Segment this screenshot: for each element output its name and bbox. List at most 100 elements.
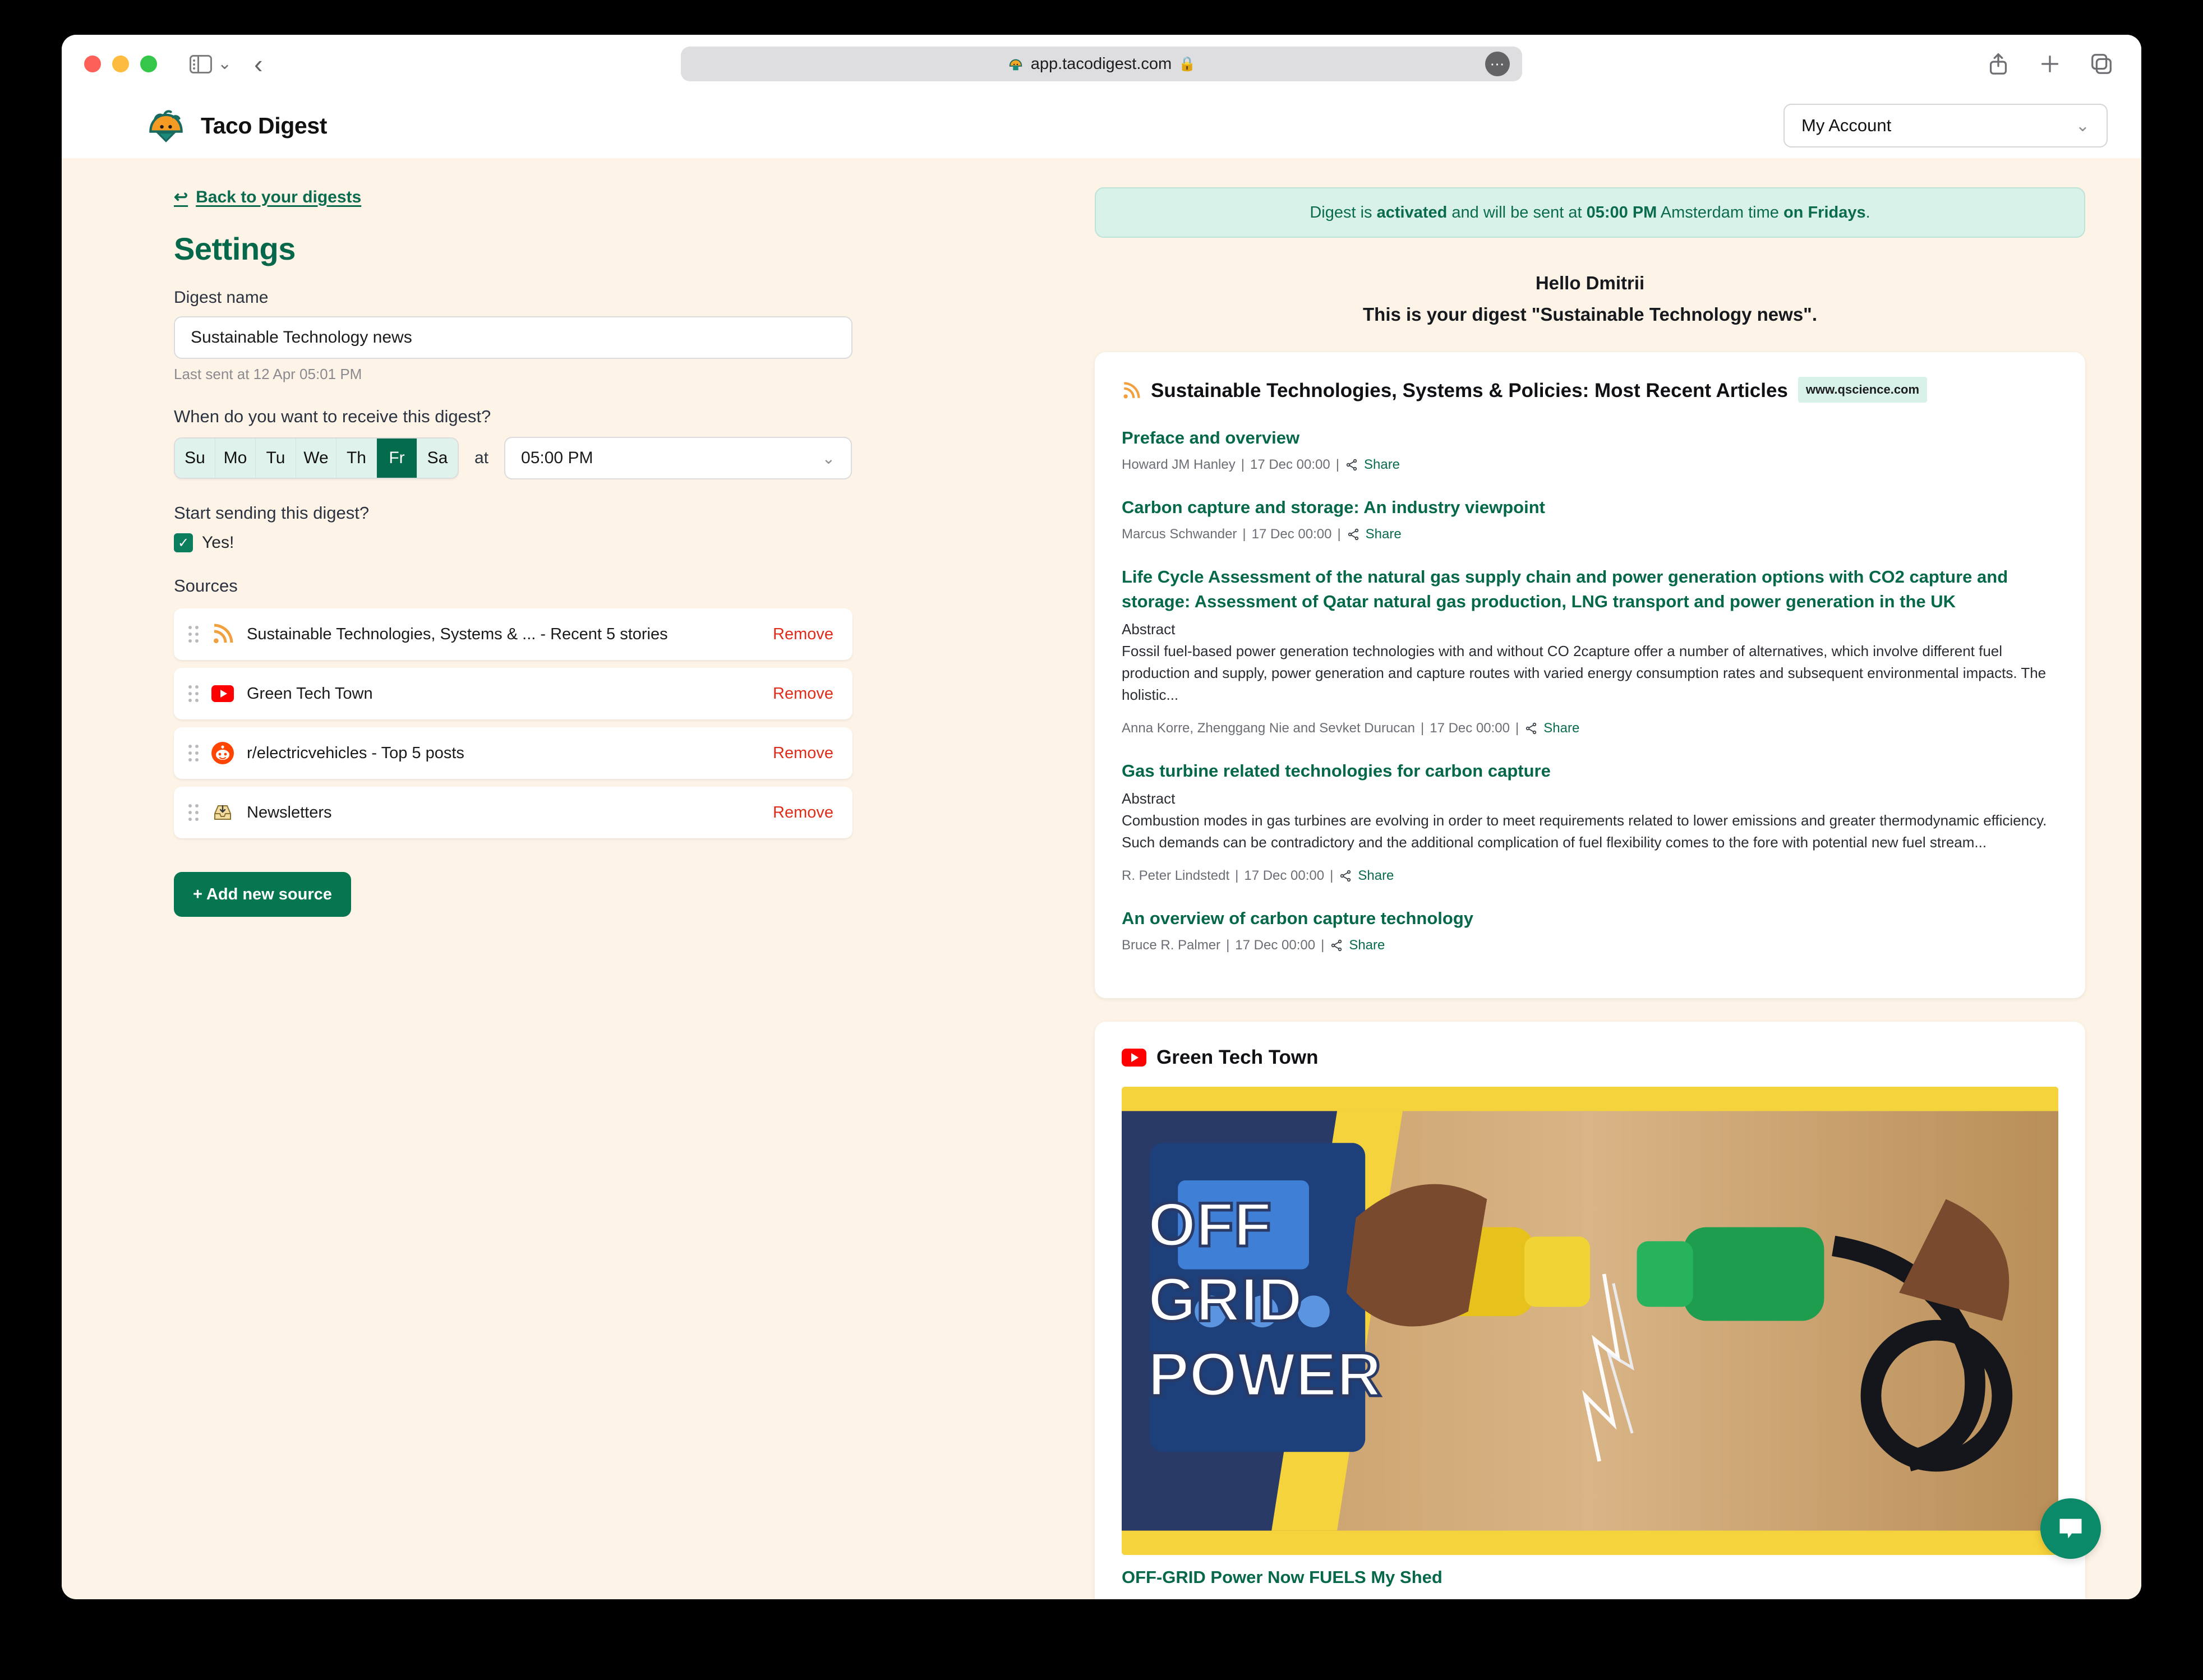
video-title[interactable]: OFF-GRID Power Now FUELS My Shed <box>1122 1567 2058 1587</box>
article-item: Life Cycle Assessment of the natural gas… <box>1122 565 2058 736</box>
remove-source-button[interactable]: Remove <box>773 685 833 703</box>
time-dropdown[interactable]: 05:00 PM ⌄ <box>504 437 852 479</box>
back-chevron-icon[interactable]: ‹ <box>254 51 262 77</box>
article-byline: Bruce R. Palmer <box>1122 937 1221 953</box>
article-title[interactable]: Gas turbine related technologies for car… <box>1122 759 2058 783</box>
maximize-window-button[interactable] <box>140 56 157 72</box>
source-row[interactable]: r/electricvehicles - Top 5 posts Remove <box>174 727 852 779</box>
share-link[interactable]: Share <box>1339 868 1394 884</box>
drag-handle-icon[interactable] <box>188 804 199 821</box>
tabs-icon[interactable] <box>2089 51 2114 77</box>
chevron-down-icon[interactable]: ⌄ <box>218 56 232 72</box>
youtube-card: Green Tech Town OFF GRID POWER OFF-GRID … <box>1095 1021 2085 1599</box>
brand[interactable]: Taco Digest <box>147 107 327 145</box>
sources-label: Sources <box>174 576 238 596</box>
remove-source-button[interactable]: Remove <box>773 625 833 644</box>
video-thumbnail[interactable]: OFF GRID POWER <box>1122 1086 2058 1555</box>
address-bar[interactable]: app.tacodigest.com 🔒 ⋯ <box>681 47 1522 81</box>
source-row[interactable]: Newsletters Remove <box>174 787 852 838</box>
source-row[interactable]: Sustainable Technologies, Systems & ... … <box>174 608 852 660</box>
digest-name-value: Sustainable Technology news <box>191 328 412 347</box>
share-icon <box>1348 528 1358 540</box>
article-title[interactable]: Preface and overview <box>1122 426 2058 450</box>
meta-separator: | <box>1330 867 1334 883</box>
article-date: 17 Dec 00:00 <box>1244 867 1325 883</box>
youtube-icon <box>211 682 234 705</box>
meta-separator: | <box>1321 937 1325 953</box>
article-meta: Anna Korre, Zhenggang Nie and Sevket Dur… <box>1122 721 2058 736</box>
feed-domain-badge: www.qscience.com <box>1798 377 1928 403</box>
share-label: Share <box>1365 526 1402 542</box>
address-bar-text: app.tacodigest.com <box>1030 54 1172 73</box>
thumb-text-line-2: GRID <box>1148 1265 1303 1334</box>
video-description: Watch as Robert adds off-grid power to h… <box>1122 1594 2058 1599</box>
article-item: Carbon capture and storage: An industry … <box>1122 495 2058 542</box>
share-link[interactable]: Share <box>1345 457 1400 473</box>
feed-card: Sustainable Technologies, Systems & Poli… <box>1095 352 2085 998</box>
remove-source-button[interactable]: Remove <box>773 804 833 822</box>
meta-separator: | <box>1421 720 1425 736</box>
share-link[interactable]: Share <box>1330 938 1385 953</box>
share-icon <box>1331 939 1342 952</box>
browser-toolbar: ⌄ ‹ app.tacodigest.com 🔒 ⋯ <box>62 35 2141 93</box>
abstract-label: Abstract <box>1122 790 1176 807</box>
day-picker[interactable]: Su Mo Tu We Th Fr Sa <box>174 437 459 479</box>
youtube-icon <box>1122 1048 1146 1067</box>
drag-handle-icon[interactable] <box>188 745 199 761</box>
share-icon <box>1346 459 1357 470</box>
add-new-source-button[interactable]: + Add new source <box>174 872 351 917</box>
article-item: An overview of carbon capture technology… <box>1122 906 2058 953</box>
more-icon[interactable]: ⋯ <box>1485 52 1510 76</box>
close-window-button[interactable] <box>84 56 101 72</box>
meta-separator: | <box>1226 937 1230 953</box>
day-option-mo[interactable]: Mo <box>215 439 256 478</box>
drag-handle-icon[interactable] <box>188 685 199 702</box>
article-byline: Howard JM Hanley <box>1122 456 1236 472</box>
app-body: ↩ Back to your digests Settings Digest n… <box>62 158 2141 1599</box>
day-option-sa[interactable]: Sa <box>417 439 458 478</box>
day-option-we[interactable]: We <box>296 439 337 478</box>
start-sending-row[interactable]: ✓ Yes! <box>174 533 1071 552</box>
share-link[interactable]: Share <box>1347 527 1402 542</box>
meta-separator: | <box>1337 526 1341 542</box>
digest-name-input[interactable]: Sustainable Technology news <box>174 316 852 359</box>
article-list: Preface and overview Howard JM Hanley | 17 … <box>1122 426 2058 953</box>
start-sending-question: Start sending this digest? <box>174 503 370 523</box>
window-controls[interactable] <box>84 56 157 72</box>
thumb-text-line-1: OFF <box>1148 1190 1271 1259</box>
account-dropdown[interactable]: My Account ⌄ <box>1783 104 2108 147</box>
chevron-down-icon: ⌄ <box>2075 116 2090 135</box>
start-sending-checkbox[interactable]: ✓ <box>174 533 193 552</box>
day-option-tu[interactable]: Tu <box>256 439 296 478</box>
youtube-card-header: Green Tech Town <box>1122 1046 2058 1069</box>
account-dropdown-label: My Account <box>1801 116 1892 135</box>
meta-separator: | <box>1515 720 1519 736</box>
taco-logo-icon <box>149 110 183 142</box>
share-icon <box>1340 870 1351 882</box>
drag-handle-icon[interactable] <box>188 626 199 643</box>
sources-list: Sustainable Technologies, Systems & ... … <box>174 608 1071 838</box>
share-link[interactable]: Share <box>1524 721 1579 736</box>
article-title[interactable]: Life Cycle Assessment of the natural gas… <box>1122 565 2058 614</box>
reddit-icon <box>211 741 234 765</box>
remove-source-button[interactable]: Remove <box>773 744 833 763</box>
settings-pane: ↩ Back to your digests Settings Digest n… <box>62 158 1071 1599</box>
share-icon[interactable] <box>1985 51 2011 77</box>
lock-icon: 🔒 <box>1178 56 1196 72</box>
day-option-su[interactable]: Su <box>175 439 215 478</box>
plus-icon[interactable] <box>2037 51 2063 77</box>
article-title[interactable]: An overview of carbon capture technology <box>1122 906 2058 931</box>
screen: ⌄ ‹ app.tacodigest.com 🔒 ⋯ Taco Digest M… <box>0 0 2203 1680</box>
sidebar-toggle-button[interactable]: ⌄ <box>190 54 232 73</box>
minimize-window-button[interactable] <box>112 56 129 72</box>
day-option-th[interactable]: Th <box>337 439 377 478</box>
inbox-tray-icon <box>211 801 234 824</box>
share-label: Share <box>1349 937 1385 953</box>
source-name: Newsletters <box>247 803 332 821</box>
chat-widget-button[interactable] <box>2040 1498 2101 1559</box>
day-option-fr[interactable]: Fr <box>377 439 417 478</box>
source-row[interactable]: Green Tech Town Remove <box>174 668 852 719</box>
greeting: Hello Dmitrii <box>1535 273 1645 293</box>
back-to-digests-link[interactable]: ↩ Back to your digests <box>174 187 361 207</box>
article-title[interactable]: Carbon capture and storage: An industry … <box>1122 495 2058 520</box>
